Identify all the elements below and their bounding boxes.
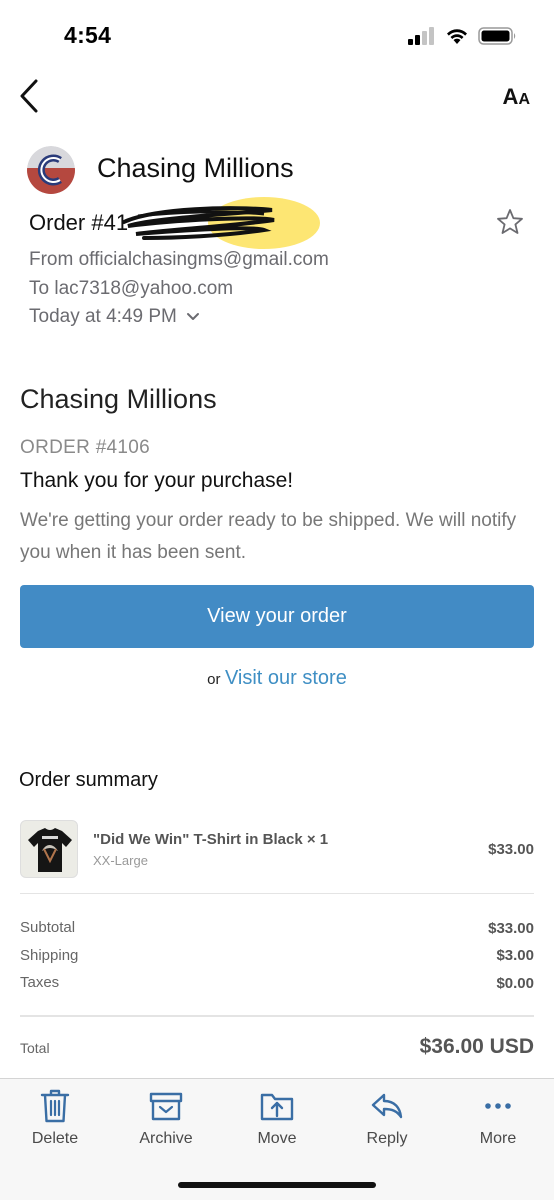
delete-button[interactable]: Delete — [10, 1089, 100, 1148]
from-address[interactable]: From officialchasingms@gmail.com — [29, 249, 329, 271]
taxes-value: $0.00 — [496, 975, 534, 992]
reply-label: Reply — [366, 1130, 408, 1147]
tshirt-image-icon — [28, 828, 72, 872]
sender-logo-icon — [27, 146, 75, 194]
battery-icon — [478, 27, 516, 45]
reply-icon — [371, 1093, 403, 1119]
delete-label: Delete — [31, 1130, 79, 1147]
summary-divider — [20, 893, 534, 894]
total-divider — [20, 1015, 534, 1017]
status-time: 4:54 — [64, 22, 112, 48]
visit-or-text: or — [207, 671, 221, 688]
thanks-heading: Thank you for your purchase! — [20, 469, 294, 492]
visit-store-link[interactable]: Visit our store — [225, 667, 347, 689]
nav-bar: AA — [0, 70, 554, 130]
cellular-signal-icon — [408, 27, 434, 45]
text-size-button[interactable]: AA — [503, 84, 530, 110]
visit-store-row: or Visit our store — [0, 667, 554, 690]
more-dots-icon — [485, 1103, 511, 1109]
redaction-scribble — [122, 197, 320, 249]
product-name: "Did We Win" T-Shirt in Black × 1 — [93, 831, 329, 848]
shipping-label: Shipping — [20, 947, 79, 964]
product-variant: XX-Large — [93, 853, 148, 868]
more-label: More — [479, 1130, 517, 1147]
status-bar: 4:54 — [0, 0, 554, 70]
archive-button[interactable]: Archive — [121, 1089, 211, 1148]
status-icons — [408, 26, 518, 46]
product-thumbnail[interactable] — [20, 820, 78, 878]
text-size-large-a: A — [502, 84, 519, 109]
back-button[interactable] — [16, 78, 44, 114]
view-order-button[interactable]: View your order — [20, 585, 534, 648]
wifi-icon — [447, 29, 467, 44]
sender-avatar — [27, 146, 75, 194]
star-button[interactable] — [496, 208, 524, 236]
more-button[interactable]: More — [453, 1089, 543, 1148]
taxes-label: Taxes — [20, 974, 60, 991]
subtotal-value: $33.00 — [488, 920, 534, 937]
home-indicator[interactable] — [178, 1182, 376, 1188]
email-date[interactable]: Today at 4:49 PM — [29, 306, 200, 328]
reply-button[interactable]: Reply — [342, 1089, 432, 1148]
order-summary-title: Order summary — [19, 769, 158, 791]
trash-icon — [40, 1089, 70, 1123]
star-icon — [497, 209, 523, 234]
move-folder-icon — [260, 1093, 294, 1121]
chevron-down-icon — [187, 313, 200, 320]
to-address[interactable]: To lac7318@yahoo.com — [29, 278, 233, 300]
email-date-text: Today at 4:49 PM — [29, 306, 177, 327]
shipping-value: $3.00 — [496, 947, 534, 964]
text-size-small-a: A — [518, 91, 530, 108]
archive-icon — [149, 1092, 183, 1121]
total-value: $36.00 USD — [419, 1035, 534, 1058]
archive-label: Archive — [139, 1130, 193, 1147]
subtotal-label: Subtotal — [20, 919, 76, 936]
chevron-left-icon — [20, 79, 38, 113]
order-message: We're getting your order ready to be shi… — [20, 510, 517, 563]
order-number: ORDER #4106 — [20, 437, 151, 458]
shop-name: Chasing Millions — [20, 384, 217, 414]
product-price: $33.00 — [488, 841, 534, 858]
move-label: Move — [257, 1130, 297, 1147]
move-button[interactable]: Move — [232, 1089, 322, 1148]
total-label: Total — [20, 1040, 50, 1056]
sender-name: Chasing Millions — [97, 153, 294, 183]
